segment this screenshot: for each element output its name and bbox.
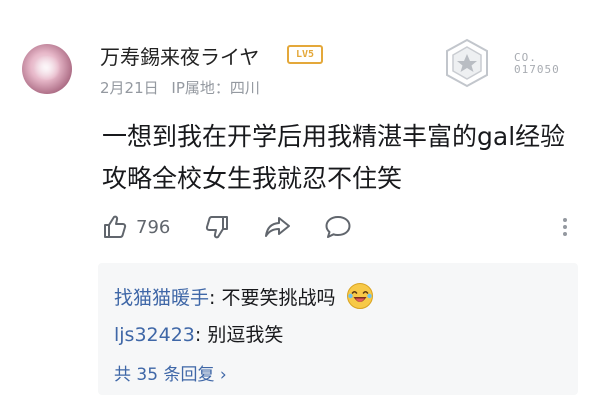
more-icon [563, 218, 567, 236]
laughing-emoji-icon [346, 283, 373, 309]
replies-box: 找猫猫暖手: 不要笑挑战吗 ljs32423: 别逗我笑 共 35 条回复 › [98, 263, 578, 395]
more-options-button[interactable] [560, 211, 570, 243]
reply-item: ljs32423: 别逗我笑 [114, 320, 283, 347]
comment-text: 一想到我在开学后用我精湛丰富的gal经验攻略全校女生我就忍不住笑 [102, 122, 566, 193]
like-button[interactable]: 796 [102, 211, 170, 243]
reply-text: 别逗我笑 [207, 324, 284, 346]
reply-text: 不要笑挑战吗 [221, 287, 336, 309]
comment-ip-location: IP属地：四川 [171, 79, 260, 97]
reply-item: 找猫猫暖手: 不要笑挑战吗 [114, 282, 374, 310]
comment-meta: 2月21日 IP属地：四川 [100, 77, 260, 98]
reply-separator: : [209, 287, 222, 309]
reply-button[interactable] [324, 211, 352, 243]
medal-badge-icon [446, 38, 488, 88]
reply-separator: : [194, 324, 208, 346]
like-count: 796 [136, 216, 171, 238]
badge-serial: CO. 017050 [514, 52, 574, 76]
level-badge: LV5 [287, 45, 323, 64]
view-more-replies-link[interactable]: 共 35 条回复 › [114, 360, 227, 385]
badge-serial-line2: 017050 [514, 63, 560, 76]
comment-username[interactable]: 万寿錫来夜ライヤ [100, 41, 259, 70]
thumbs-down-icon [205, 216, 228, 239]
comment-avatar[interactable] [22, 44, 72, 94]
comment-actions: 796 [102, 211, 582, 243]
reply-author[interactable]: ljs32423 [114, 324, 195, 346]
comment-icon [325, 216, 351, 238]
comment-date: 2月21日 [100, 79, 159, 97]
share-icon [265, 217, 290, 237]
reply-author[interactable]: 找猫猫暖手 [114, 287, 209, 309]
share-button[interactable] [264, 211, 292, 243]
dislike-button[interactable] [204, 211, 230, 243]
thumbs-up-icon [104, 215, 127, 238]
